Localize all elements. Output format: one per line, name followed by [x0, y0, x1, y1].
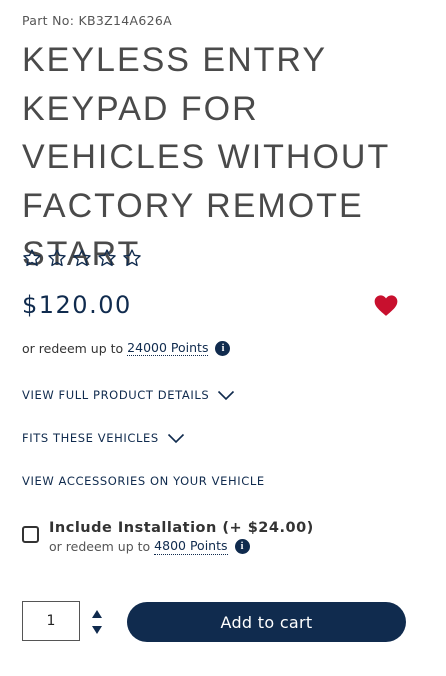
installation-points-link[interactable]: 4800 Points — [154, 537, 228, 555]
installation-text: Include Installation (+ $24.00) or redee… — [49, 520, 314, 555]
redeem-points: or redeem up to 24000 Points i — [22, 340, 231, 356]
fits-vehicles-label: FITS THESE VEHICLES — [22, 431, 159, 445]
product-title: KEYLESS ENTRY KEYPAD FOR VEHICLES WITHOU… — [22, 41, 390, 273]
installation-label[interactable]: Include Installation (+ $24.00) — [49, 520, 314, 537]
chevron-down-icon — [218, 390, 235, 400]
view-accessories-link[interactable]: VIEW ACCESSORIES ON YOUR VEHICLE — [22, 474, 265, 488]
star-icon[interactable] — [122, 248, 142, 268]
info-icon[interactable]: i — [234, 538, 250, 554]
view-product-details-label: VIEW FULL PRODUCT DETAILS — [22, 388, 210, 402]
star-icon[interactable] — [22, 248, 42, 268]
info-icon[interactable]: i — [215, 340, 231, 356]
part-number: Part No: KB3Z14A626A — [22, 13, 172, 28]
product-price: $120.00 — [22, 291, 132, 319]
redeem-points-link[interactable]: 24000 Points — [127, 340, 209, 356]
star-icon[interactable] — [97, 248, 117, 268]
view-product-details-toggle[interactable]: VIEW FULL PRODUCT DETAILS — [22, 388, 235, 402]
star-rating[interactable] — [22, 248, 142, 268]
quantity-stepper-icon[interactable] — [90, 608, 104, 636]
heart-icon[interactable] — [372, 292, 400, 317]
quantity-input[interactable]: 1 — [22, 601, 80, 641]
installation-checkbox[interactable] — [22, 526, 39, 543]
fits-vehicles-toggle[interactable]: FITS THESE VEHICLES — [22, 431, 185, 445]
include-installation: Include Installation (+ $24.00) or redee… — [22, 520, 314, 555]
installation-redeem-prefix: or redeem up to — [49, 538, 151, 554]
chevron-down-icon — [167, 433, 184, 443]
redeem-prefix: or redeem up to — [22, 340, 124, 356]
star-icon[interactable] — [72, 248, 92, 268]
installation-redeem: or redeem up to 4800 Points i — [49, 537, 314, 555]
star-icon[interactable] — [47, 248, 67, 268]
add-to-cart-button[interactable]: Add to cart — [127, 602, 406, 642]
